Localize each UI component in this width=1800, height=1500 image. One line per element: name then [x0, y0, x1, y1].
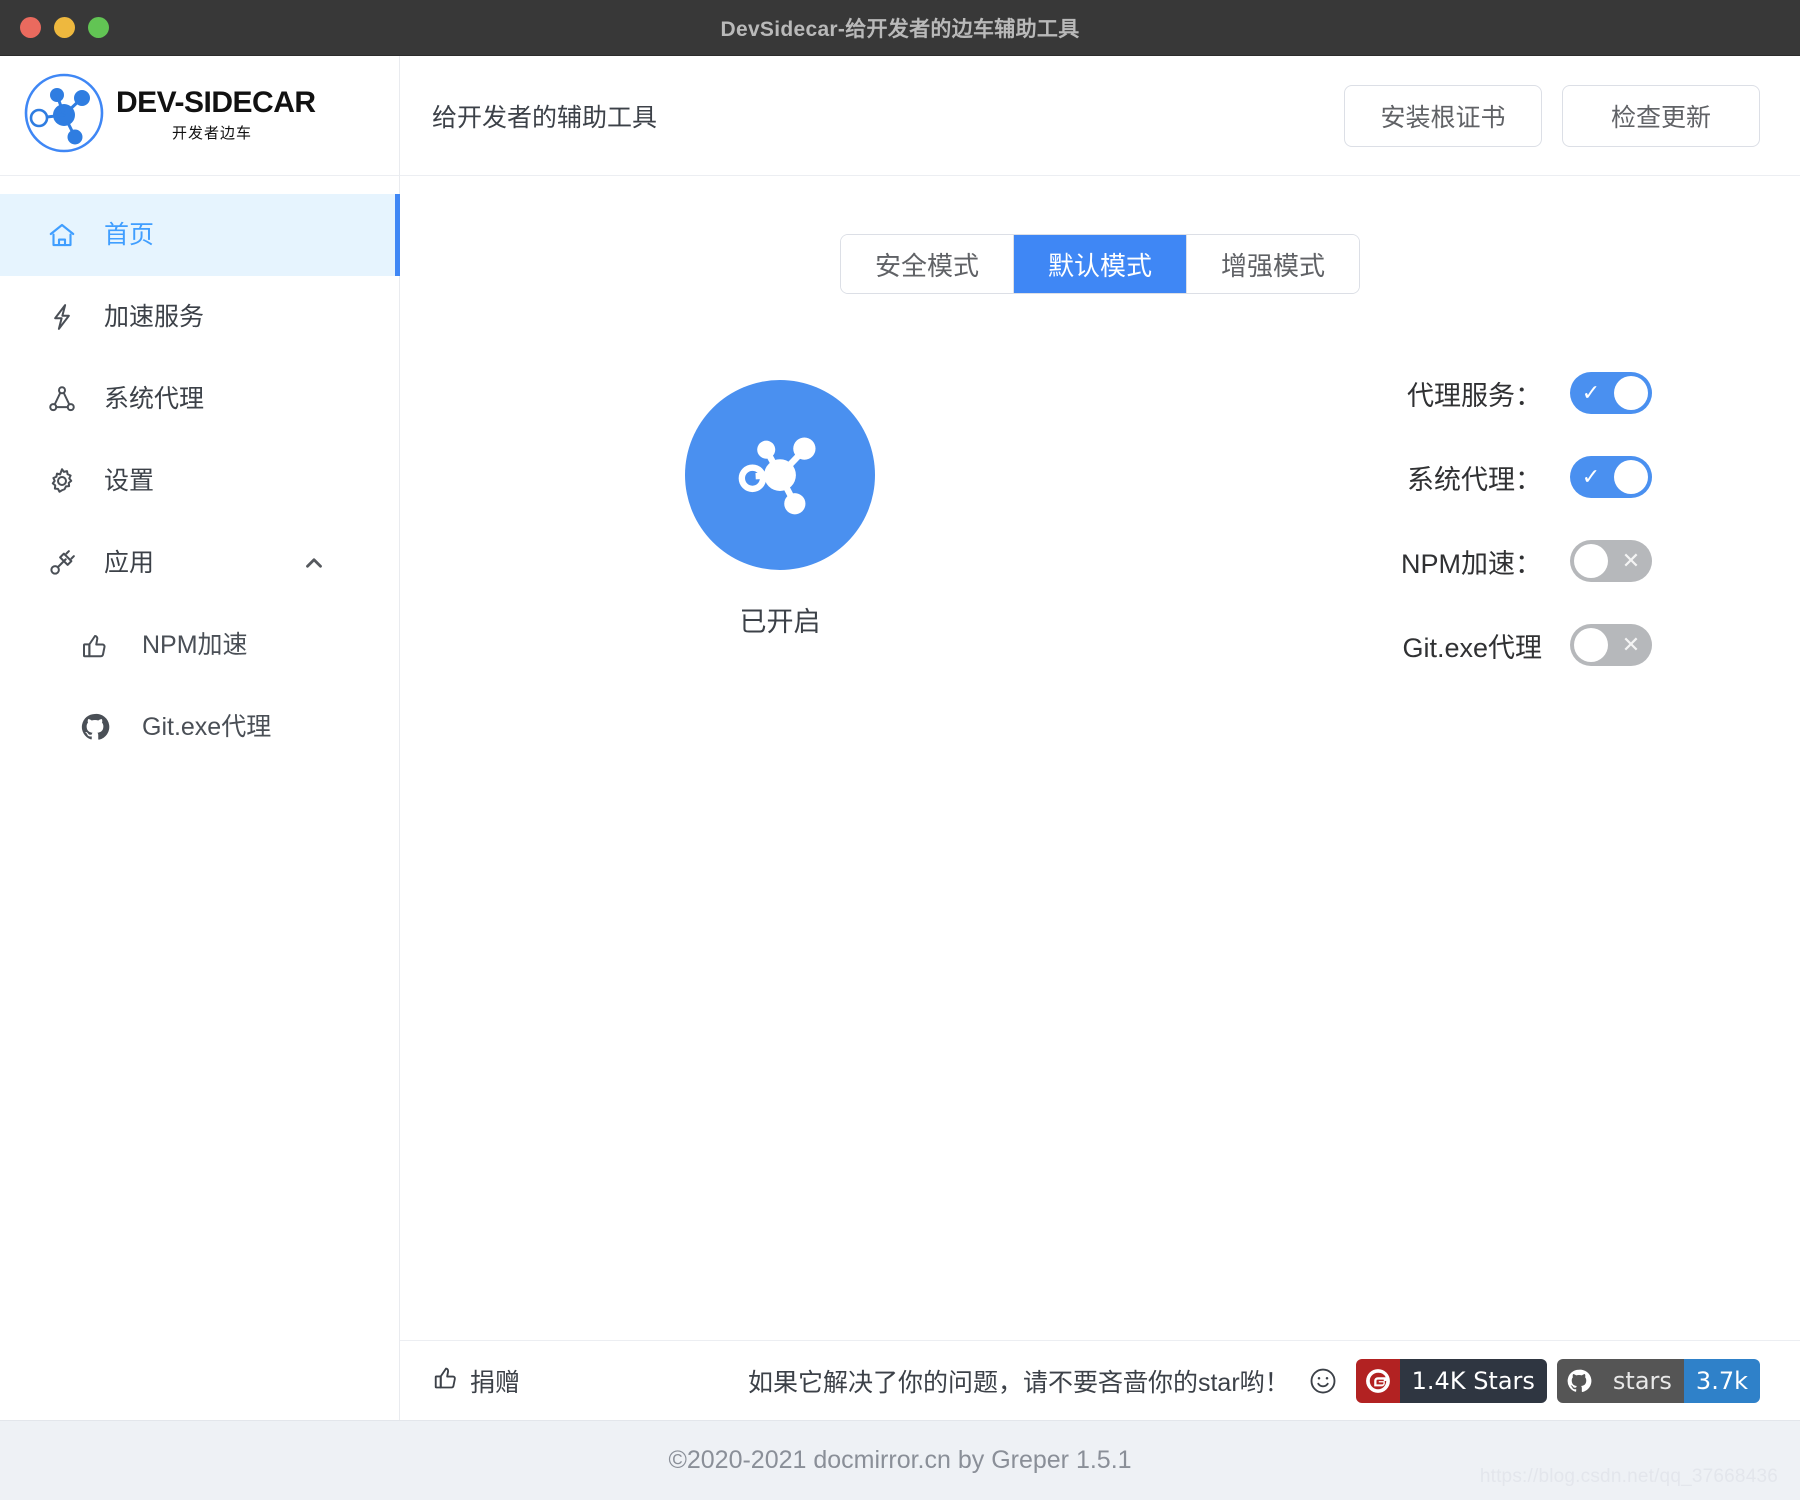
- top-bar: 给开发者的辅助工具 安装根证书 检查更新: [400, 56, 1800, 176]
- thumbs-up-icon: [432, 1363, 460, 1398]
- sidebar-nav: 首页 加速服务 系统代理 设置 应用 NPM加速 Git.exe代理: [0, 176, 400, 768]
- sidebar-item-git-exe-proxy[interactable]: Git.exe代理: [0, 686, 399, 768]
- star-message-area: 如果它解决了你的问题，请不要吝啬你的star哟！ 1.4K Stars star…: [747, 1358, 1760, 1403]
- github-icon: [78, 710, 112, 744]
- check-icon: ✓: [1581, 380, 1601, 405]
- gear-icon: [45, 464, 79, 498]
- maximize-button[interactable]: [88, 17, 109, 38]
- switch-label: 代理服务：: [1407, 380, 1542, 411]
- mode-tabs: 安全模式 默认模式 增强模式: [400, 234, 1800, 294]
- git-exe-proxy-toggle[interactable]: ✕: [1570, 624, 1652, 666]
- badges: 1.4K Stars stars 3.7k: [1355, 1358, 1760, 1403]
- sidebar-subitem-label: NPM加速: [142, 630, 248, 659]
- chevron-up-icon[interactable]: [301, 550, 327, 576]
- sidebar-item-label: 加速服务: [104, 302, 205, 331]
- app-body: DEV-SIDECAR 开发者边车 首页 加速服务 系统代理 设置 应用 NPM…: [0, 56, 1800, 1420]
- main-area: 给开发者的辅助工具 安装根证书 检查更新 安全模式 默认模式 增强模式 已开启 …: [400, 56, 1800, 1420]
- close-icon: ✕: [1621, 632, 1641, 657]
- switch-label: NPM加速：: [1401, 548, 1542, 579]
- switch-label: Git.exe代理: [1402, 632, 1542, 663]
- status-panel: 已开启 代理服务： ✓ 系统代理： ✓ NPM加速： ✕ Git.exe代理 ✕: [400, 366, 1800, 666]
- mode-tab-group: 安全模式 默认模式 增强模式: [839, 234, 1361, 294]
- lightning-icon: [45, 300, 79, 334]
- copyright-bar: ©2020-2021 docmirror.cn by Greper 1.5.1 …: [0, 1420, 1800, 1500]
- sidebar-item-label: 系统代理: [104, 384, 205, 413]
- close-button[interactable]: [20, 17, 41, 38]
- donate-label: 捐赠: [470, 1368, 521, 1397]
- sidebar-item-npm-accelerate[interactable]: NPM加速: [0, 604, 399, 686]
- check-icon: ✓: [1581, 464, 1601, 489]
- sidebar-item-home[interactable]: 首页: [0, 194, 400, 276]
- status-block: 已开启: [440, 366, 1120, 639]
- switch-row-git-exe-proxy: Git.exe代理 ✕: [1120, 624, 1800, 666]
- minimize-button[interactable]: [54, 17, 75, 38]
- window-title: DevSidecar-给开发者的边车辅助工具: [720, 17, 1080, 41]
- title-bar: DevSidecar-给开发者的边车辅助工具: [0, 0, 1800, 56]
- home-icon: [45, 218, 79, 252]
- sidebar-item-label: 首页: [104, 220, 155, 249]
- toggle-knob: [1574, 544, 1608, 578]
- copyright-text: ©2020-2021 docmirror.cn by Greper 1.5.1: [668, 1446, 1132, 1474]
- top-bar-actions: 安装根证书 检查更新: [1344, 84, 1760, 147]
- app-window: DevSidecar-给开发者的边车辅助工具 DEV-SIDECAR 开发者边车…: [0, 0, 1800, 1500]
- check-update-button[interactable]: 检查更新: [1562, 84, 1760, 147]
- brand-subtitle: 开发者边车: [172, 125, 253, 142]
- toggle-knob: [1614, 460, 1648, 494]
- github-stars-count: 3.7k: [1683, 1358, 1760, 1403]
- dev-sidecar-logo-icon: [18, 67, 110, 164]
- power-toggle-circle[interactable]: [685, 380, 875, 570]
- traffic-lights: [0, 17, 109, 38]
- donate-link[interactable]: 捐赠: [432, 1363, 520, 1399]
- thumbs-up-icon: [78, 628, 112, 662]
- content-area: 安全模式 默认模式 增强模式 已开启 代理服务： ✓ 系统代理： ✓ NPM加速…: [400, 176, 1800, 1340]
- sidebar-item-label: 设置: [104, 466, 155, 495]
- close-icon: ✕: [1621, 548, 1641, 573]
- gitee-stars-badge[interactable]: 1.4K Stars: [1355, 1358, 1547, 1403]
- tab-enhanced-mode[interactable]: 增强模式: [1187, 235, 1360, 293]
- switch-row-proxy-service: 代理服务： ✓: [1120, 372, 1800, 414]
- network-icon: [45, 382, 79, 416]
- npm-accelerate-toggle[interactable]: ✕: [1570, 540, 1652, 582]
- toggle-knob: [1614, 376, 1648, 410]
- sidebar-item-label: 应用: [104, 548, 155, 577]
- switch-row-npm-accelerate: NPM加速： ✕: [1120, 540, 1800, 582]
- sidebar-item-apps[interactable]: 应用: [0, 522, 399, 604]
- status-label: 已开启: [739, 607, 821, 637]
- page-title: 给开发者的辅助工具: [432, 103, 658, 132]
- gitee-stars-count: 1.4K Stars: [1399, 1358, 1547, 1403]
- brand-logo-area: DEV-SIDECAR 开发者边车: [0, 56, 399, 176]
- sidebar-item-settings[interactable]: 设置: [0, 440, 399, 522]
- gitee-icon: [1355, 1358, 1400, 1403]
- install-root-certificate-button[interactable]: 安装根证书: [1344, 84, 1542, 147]
- switch-row-system-proxy: 系统代理： ✓: [1120, 456, 1800, 498]
- sidebar-subitem-label: Git.exe代理: [142, 712, 272, 741]
- tab-default-mode[interactable]: 默认模式: [1013, 235, 1187, 293]
- github-stars-badge[interactable]: stars 3.7k: [1556, 1358, 1760, 1403]
- switch-label: 系统代理：: [1407, 464, 1542, 495]
- github-stars-label: stars: [1600, 1358, 1684, 1403]
- tab-safe-mode[interactable]: 安全模式: [840, 235, 1014, 293]
- plug-icon: [45, 546, 79, 580]
- brand-text: DEV-SIDECAR 开发者边车: [116, 88, 316, 143]
- proxy-service-toggle[interactable]: ✓: [1570, 372, 1652, 414]
- switch-list: 代理服务： ✓ 系统代理： ✓ NPM加速： ✕ Git.exe代理 ✕: [1120, 366, 1800, 666]
- smiley-icon: [1308, 1366, 1338, 1396]
- brand-name: DEV-SIDECAR: [116, 86, 316, 119]
- sidebar-item-accelerate[interactable]: 加速服务: [0, 276, 399, 358]
- star-message: 如果它解决了你的问题，请不要吝啬你的star哟！: [747, 1368, 1290, 1397]
- github-icon: [1556, 1358, 1601, 1403]
- molecule-icon: [727, 420, 833, 531]
- donate-bar: 捐赠 如果它解决了你的问题，请不要吝啬你的star哟！ 1.4K Stars s…: [400, 1340, 1800, 1420]
- sidebar-item-system-proxy[interactable]: 系统代理: [0, 358, 399, 440]
- system-proxy-toggle[interactable]: ✓: [1570, 456, 1652, 498]
- sidebar: DEV-SIDECAR 开发者边车 首页 加速服务 系统代理 设置 应用 NPM…: [0, 56, 400, 1420]
- watermark: https://blog.csdn.net/qq_37668436: [1479, 1466, 1778, 1487]
- toggle-knob: [1574, 628, 1608, 662]
